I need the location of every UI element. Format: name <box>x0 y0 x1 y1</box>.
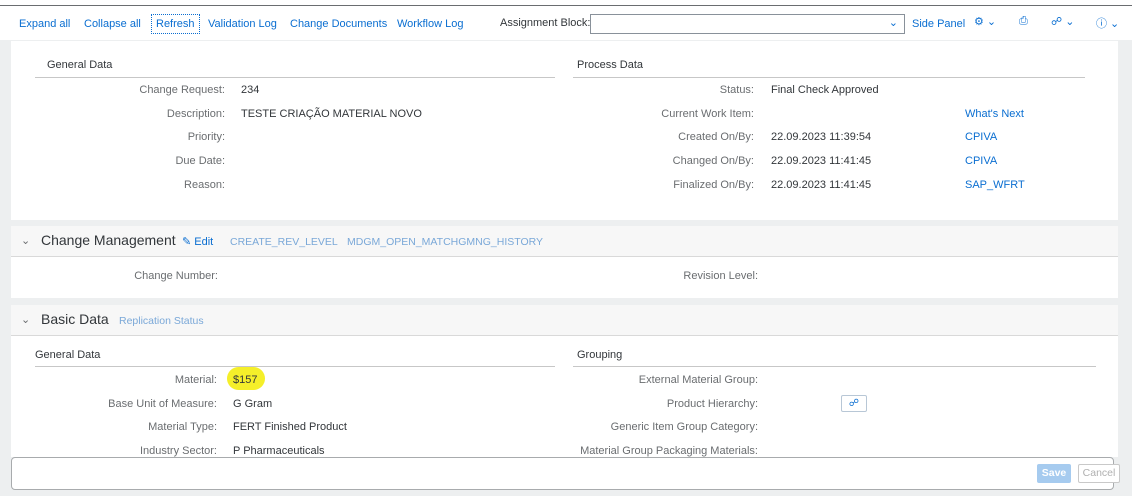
print-icon[interactable]: ⎙ <box>1019 15 1028 28</box>
chevron-down-icon: ⌄ <box>888 17 898 29</box>
process-data-heading: Process Data <box>577 59 644 71</box>
refresh-button[interactable]: Refresh <box>151 14 200 34</box>
changed-on-value: 22.09.2023 11:41:45 <box>771 155 872 167</box>
due-date-label: Due Date: <box>175 155 225 167</box>
pencil-icon: ✎ <box>182 236 192 248</box>
whats-next-link[interactable]: What's Next <box>965 108 1024 120</box>
material-label: Material: <box>174 374 217 386</box>
grouping-underline <box>573 366 1096 367</box>
finalized-on-value: 22.09.2023 11:41:45 <box>771 179 872 191</box>
chevron-down-icon[interactable]: ⌄ <box>21 234 30 247</box>
industry-sector-label: Industry Sector: <box>139 445 217 457</box>
basic-data-title: Basic Data <box>41 311 109 327</box>
assignment-block-select[interactable]: ⌄ <box>590 14 905 34</box>
created-by-link[interactable]: CPIVA <box>965 131 997 143</box>
change-management-header[interactable]: ⌄ Change Management ✎ Edit CREATE_REV_LE… <box>11 226 1118 256</box>
toolbar: Expand all Collapse all Refresh Validati… <box>0 6 1132 40</box>
change-management-title: Change Management <box>41 232 176 248</box>
header-panel <box>11 41 1118 220</box>
created-on-by-label: Created On/By: <box>678 131 754 143</box>
hierarchy-button[interactable]: ☍ <box>841 395 867 412</box>
help-icon[interactable]: ⓘ ⌄ <box>1096 15 1119 31</box>
workflow-log-button[interactable]: Workflow Log <box>397 17 463 31</box>
expand-all-button[interactable]: Expand all <box>19 17 70 31</box>
industry-sector-value: P Pharmaceuticals <box>233 445 325 457</box>
save-button[interactable]: Save <box>1037 464 1071 483</box>
grouping-heading: Grouping <box>577 349 623 361</box>
description-value: TESTE CRIAÇÃO MATERIAL NOVO <box>241 108 422 120</box>
changed-by-link[interactable]: CPIVA <box>965 155 997 167</box>
reason-label: Reason: <box>184 179 225 191</box>
base-unit-value: G Gram <box>233 398 273 410</box>
packaging-materials-group-label: Material Group Packaging Materials: <box>580 445 758 457</box>
priority-label: Priority: <box>187 131 225 143</box>
finalized-on-by-label: Finalized On/By: <box>673 179 754 191</box>
changed-on-by-label: Changed On/By: <box>672 155 754 167</box>
material-value: $157 <box>233 374 258 386</box>
side-panel-button[interactable]: Side Panel <box>912 17 965 31</box>
basic-data-header[interactable]: ⌄ Basic Data Replication Status <box>11 305 1118 335</box>
status-value: Final Check Approved <box>771 84 879 96</box>
edit-button[interactable]: ✎ Edit <box>182 235 213 248</box>
footer-bar <box>11 457 1114 490</box>
material-type-label: Material Type: <box>148 421 217 433</box>
change-request-label: Change Request: <box>139 84 225 96</box>
basic-general-underline <box>35 366 555 367</box>
change-number-label: Change Number: <box>134 270 218 282</box>
gear-icon[interactable]: ⚙ ⌄ <box>974 15 996 28</box>
material-type-value: FERT Finished Product <box>233 421 347 433</box>
divider <box>11 335 1118 336</box>
current-work-item-label: Current Work Item: <box>661 108 754 120</box>
description-label: Description: <box>166 108 225 120</box>
status-label: Status: <box>719 84 754 96</box>
create-rev-level-link[interactable]: CREATE_REV_LEVEL <box>230 236 338 248</box>
external-material-group-label: External Material Group: <box>638 374 758 386</box>
created-on-value: 22.09.2023 11:39:54 <box>771 131 872 143</box>
cancel-button[interactable]: Cancel <box>1078 464 1120 483</box>
process-data-underline <box>573 77 1085 78</box>
replication-status-link[interactable]: Replication Status <box>119 315 204 327</box>
edit-label: Edit <box>194 236 214 248</box>
base-unit-label: Base Unit of Measure: <box>108 398 217 410</box>
basic-general-data-heading: General Data <box>35 349 101 361</box>
open-matching-history-link[interactable]: MDGM_OPEN_MATCHGMNG_HISTORY <box>347 236 543 248</box>
basic-data-panel <box>11 335 1118 457</box>
chevron-down-icon[interactable]: ⌄ <box>21 313 30 326</box>
general-data-underline <box>35 77 555 78</box>
collapse-all-button[interactable]: Collapse all <box>84 17 141 31</box>
divider <box>11 256 1118 257</box>
finalized-by-link[interactable]: SAP_WFRT <box>965 179 1025 191</box>
change-request-value: 234 <box>241 84 260 96</box>
change-documents-button[interactable]: Change Documents <box>290 17 387 31</box>
generic-item-group-label: Generic Item Group Category: <box>610 421 758 433</box>
hierarchy-icon[interactable]: ☍ ⌄ <box>1051 15 1074 28</box>
hierarchy-icon: ☍ <box>848 398 860 409</box>
assignment-block-label: Assignment Block: <box>500 17 591 29</box>
product-hierarchy-label: Product Hierarchy: <box>666 398 758 410</box>
general-data-heading: General Data <box>47 59 113 71</box>
validation-log-button[interactable]: Validation Log <box>208 17 277 31</box>
revision-level-label: Revision Level: <box>683 270 758 282</box>
